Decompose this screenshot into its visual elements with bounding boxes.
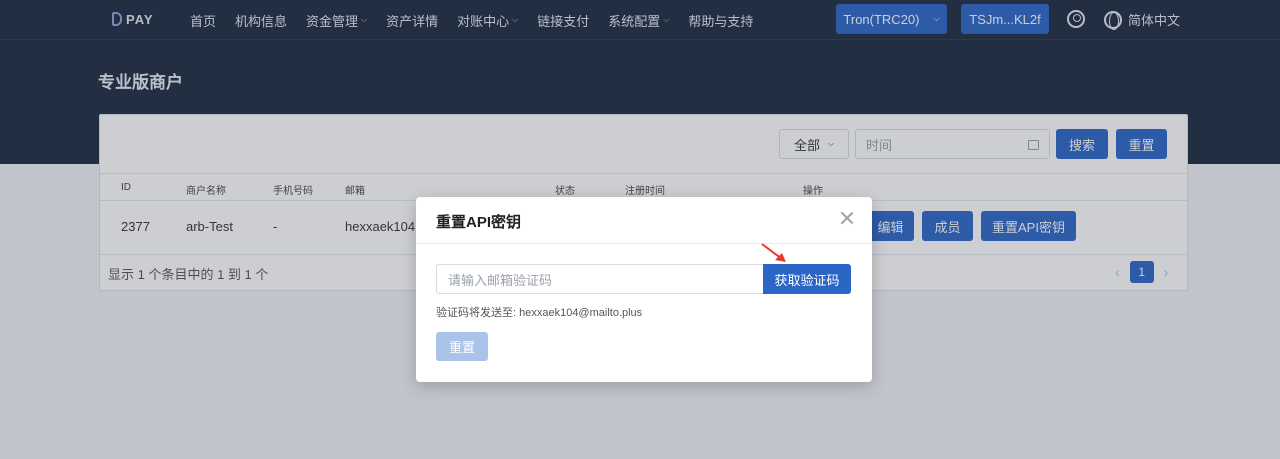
email-code-input[interactable]: 请输入邮箱验证码 xyxy=(436,264,764,294)
code-send-hint: 验证码将发送至: hexxaek104@mailto.plus xyxy=(436,307,643,319)
email-code-placeholder: 请输入邮箱验证码 xyxy=(448,272,553,288)
close-icon[interactable] xyxy=(840,211,854,225)
get-code-button[interactable]: 获取验证码 xyxy=(763,264,851,294)
reset-api-key-dialog: 重置API密钥 请输入邮箱验证码 获取验证码 验证码将发送至: hexxaek1… xyxy=(416,197,872,382)
confirm-reset-button[interactable]: 重置 xyxy=(436,332,488,361)
dialog-title: 重置API密钥 xyxy=(436,214,522,231)
dialog-divider xyxy=(416,243,872,244)
annotation-arrow-icon xyxy=(761,243,786,262)
